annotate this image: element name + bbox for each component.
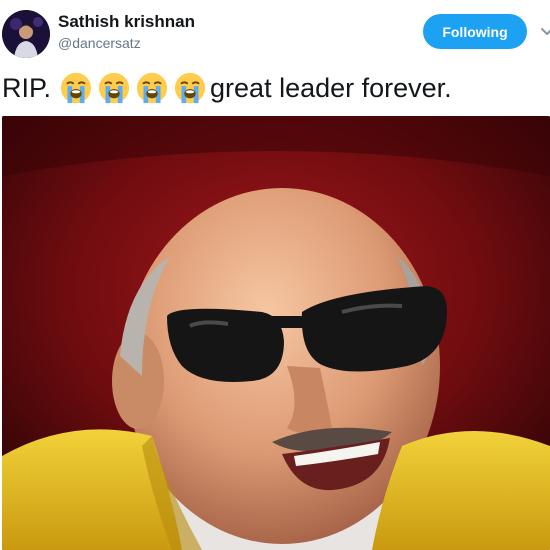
avatar-photo-icon [2,10,50,58]
author-display-name[interactable]: Sathish krishnan [58,12,195,32]
loudly-crying-face-icon [97,71,131,105]
tweet-text: RIP. great leader forever. [2,68,452,108]
loudly-crying-face-icon [135,71,169,105]
following-button[interactable]: Following [423,14,527,49]
tweet-text-after: great leader forever. [210,72,452,103]
avatar[interactable] [2,10,50,58]
author-handle[interactable]: @dancersatz [58,35,141,51]
tweet-header: Sathish krishnan @dancersatz Following [0,0,550,64]
portrait-photo [2,116,550,550]
loudly-crying-face-icon [59,71,93,105]
tweet-media-photo[interactable] [2,116,550,550]
loudly-crying-face-icon [173,71,207,105]
chevron-down-icon[interactable] [541,26,550,38]
tweet-text-before: RIP. [2,72,52,103]
